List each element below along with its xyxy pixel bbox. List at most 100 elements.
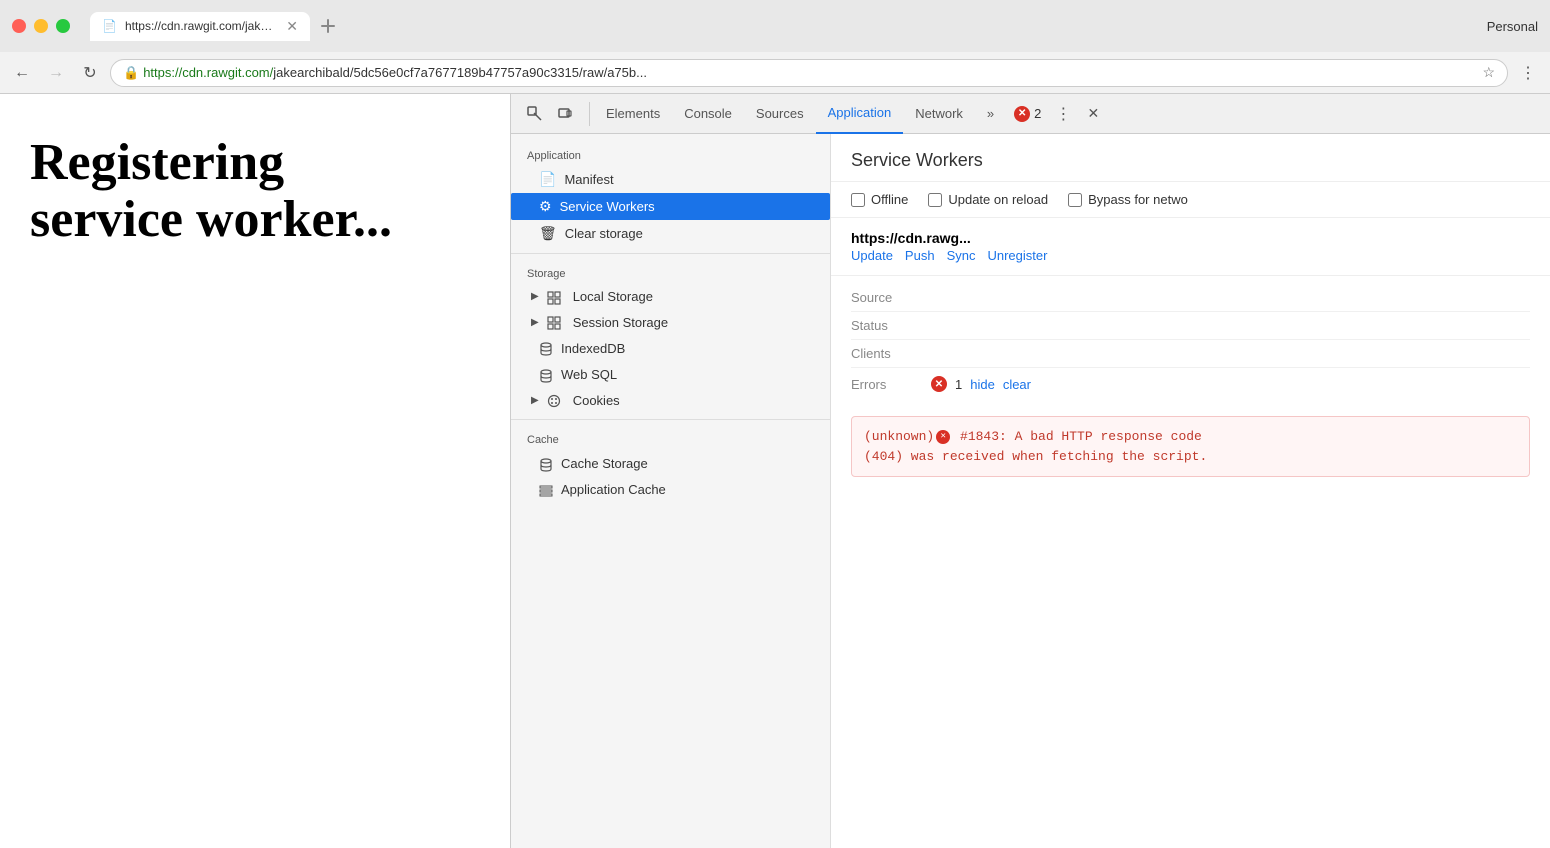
- manifest-icon: 📄: [539, 171, 556, 188]
- device-toolbar-button[interactable]: [551, 100, 579, 128]
- traffic-lights: [12, 19, 70, 33]
- errors-content: ✕ 1 hide clear: [931, 376, 1031, 392]
- devtools-body: Application 📄 Manifest ⚙ Service Workers…: [511, 134, 1550, 848]
- devtools-tab-bar: Elements Console Sources Application Net…: [511, 94, 1550, 134]
- bypass-for-network-checkbox[interactable]: [1068, 193, 1082, 207]
- session-storage-grid-icon: [547, 315, 561, 331]
- error-log: (unknown)✕ #1843: A bad HTTP response co…: [851, 416, 1530, 477]
- error-circle-icon: ✕: [1014, 106, 1030, 122]
- tab-more[interactable]: »: [975, 94, 1006, 134]
- sidebar-item-session-storage[interactable]: ▶ Session Storage: [511, 310, 830, 336]
- error-log-text: (unknown)✕ #1843: A bad HTTP response co…: [864, 427, 1517, 466]
- errors-circle-icon: ✕: [931, 376, 947, 392]
- minimize-traffic-light[interactable]: [34, 19, 48, 33]
- sw-source-row: Source: [851, 284, 1530, 312]
- bypass-for-network-label: Bypass for netwo: [1088, 192, 1188, 207]
- sw-details: Source Status Clients Errors: [831, 276, 1550, 408]
- sw-action-links: Update Push Sync Unregister: [851, 248, 1530, 263]
- address-text: https://cdn.rawgit.com/jakearchibald/5dc…: [143, 65, 1478, 80]
- clients-label: Clients: [851, 346, 931, 361]
- maximize-traffic-light[interactable]: [56, 19, 70, 33]
- update-on-reload-checkbox-label[interactable]: Update on reload: [928, 192, 1048, 207]
- status-label: Status: [851, 318, 931, 333]
- browser-window: 📄 https://cdn.rawgit.com/jakearc ✕ Perso…: [0, 0, 1550, 848]
- devtools-close-button[interactable]: ✕: [1079, 100, 1107, 128]
- local-storage-expand-icon: ▶: [531, 291, 539, 302]
- tab-elements[interactable]: Elements: [594, 94, 672, 134]
- session-storage-expand-icon: ▶: [531, 317, 539, 328]
- sw-sync-link[interactable]: Sync: [947, 248, 976, 263]
- content-area: Registering service worker...: [0, 94, 1550, 848]
- update-on-reload-checkbox[interactable]: [928, 193, 942, 207]
- tab-close-button[interactable]: ✕: [286, 18, 298, 35]
- panel-title: Service Workers: [831, 134, 1550, 182]
- errors-hide-link[interactable]: hide: [970, 377, 995, 392]
- browser-tab[interactable]: 📄 https://cdn.rawgit.com/jakearc ✕: [90, 12, 310, 41]
- devtools-panel: Elements Console Sources Application Net…: [510, 94, 1550, 848]
- tab-console[interactable]: Console: [672, 94, 744, 134]
- address-bar[interactable]: 🔒 https://cdn.rawgit.com/jakearchibald/5…: [110, 59, 1508, 87]
- errors-clear-link[interactable]: clear: [1003, 377, 1031, 392]
- bypass-for-network-checkbox-label[interactable]: Bypass for netwo: [1068, 192, 1188, 207]
- sw-unregister-link[interactable]: Unregister: [987, 248, 1047, 263]
- app-cache-icon: [539, 482, 553, 498]
- browser-menu-button[interactable]: ⋮: [1514, 59, 1542, 87]
- sidebar-item-app-cache[interactable]: Application Cache: [511, 477, 830, 503]
- panel-options: Offline Update on reload Bypass for netw…: [831, 182, 1550, 218]
- clear-storage-icon: 🗑: [539, 225, 557, 242]
- tab-sources[interactable]: Sources: [744, 94, 816, 134]
- manifest-label: Manifest: [564, 172, 613, 187]
- service-workers-icon: ⚙: [539, 198, 552, 215]
- sw-errors-row: Errors ✕ 1 hide clear: [851, 368, 1530, 400]
- personal-label: Personal: [1487, 19, 1538, 34]
- source-label: Source: [851, 290, 931, 305]
- indexeddb-icon: [539, 340, 553, 356]
- sidebar-item-indexeddb[interactable]: IndexedDB: [511, 335, 830, 361]
- back-button[interactable]: ←: [8, 59, 36, 87]
- sidebar-item-clear-storage[interactable]: 🗑 Clear storage: [511, 220, 830, 247]
- lock-icon: 🔒: [123, 65, 139, 81]
- sw-push-link[interactable]: Push: [905, 248, 935, 263]
- error-inline-icon: ✕: [936, 430, 950, 444]
- sidebar-item-cache-storage[interactable]: Cache Storage: [511, 450, 830, 476]
- cookies-expand-icon: ▶: [531, 395, 539, 406]
- sidebar-divider-2: [511, 419, 830, 420]
- error-badge: ✕ 2: [1006, 106, 1049, 122]
- web-sql-label: Web SQL: [561, 367, 617, 382]
- sidebar-item-web-sql[interactable]: Web SQL: [511, 361, 830, 387]
- errors-label: Errors: [851, 377, 931, 392]
- offline-checkbox[interactable]: [851, 193, 865, 207]
- navigation-bar: ← → ↻ 🔒 https://cdn.rawgit.com/jakearchi…: [0, 52, 1550, 94]
- indexeddb-label: IndexedDB: [561, 341, 625, 356]
- bookmark-button[interactable]: ☆: [1482, 64, 1495, 81]
- offline-label: Offline: [871, 192, 908, 207]
- close-traffic-light[interactable]: [12, 19, 26, 33]
- heading-line1: Registering: [30, 134, 284, 191]
- new-tab-button[interactable]: [314, 12, 342, 40]
- devtools-main-panel: Service Workers Offline Update on reload: [831, 134, 1550, 848]
- offline-checkbox-label[interactable]: Offline: [851, 192, 908, 207]
- cookies-icon: [547, 393, 561, 409]
- error-count: 2: [1034, 106, 1041, 121]
- sidebar-item-service-workers[interactable]: ⚙ Service Workers: [511, 193, 830, 220]
- cache-section-label: Cache: [511, 426, 830, 450]
- reload-button[interactable]: ↻: [76, 59, 104, 87]
- clear-storage-label: Clear storage: [565, 226, 643, 241]
- cache-storage-label: Cache Storage: [561, 456, 648, 471]
- sw-url: https://cdn.rawg...: [851, 230, 1530, 246]
- tabs-bar: 📄 https://cdn.rawgit.com/jakearc ✕: [90, 12, 1479, 41]
- sw-update-link[interactable]: Update: [851, 248, 893, 263]
- tab-application[interactable]: Application: [816, 94, 904, 134]
- sw-status-row: Status: [851, 312, 1530, 340]
- session-storage-label: Session Storage: [573, 315, 668, 330]
- sidebar-item-local-storage[interactable]: ▶ Local Storage: [511, 284, 830, 310]
- sidebar-item-cookies[interactable]: ▶ Cookies: [511, 388, 830, 414]
- storage-section-label: Storage: [511, 260, 830, 284]
- sidebar-item-manifest[interactable]: 📄 Manifest: [511, 166, 830, 193]
- element-picker-button[interactable]: [521, 100, 549, 128]
- local-storage-grid-icon: [547, 289, 561, 305]
- forward-button[interactable]: →: [42, 59, 70, 87]
- tab-network[interactable]: Network: [903, 94, 975, 134]
- web-sql-icon: [539, 366, 553, 382]
- devtools-settings-button[interactable]: ⋮: [1049, 100, 1077, 128]
